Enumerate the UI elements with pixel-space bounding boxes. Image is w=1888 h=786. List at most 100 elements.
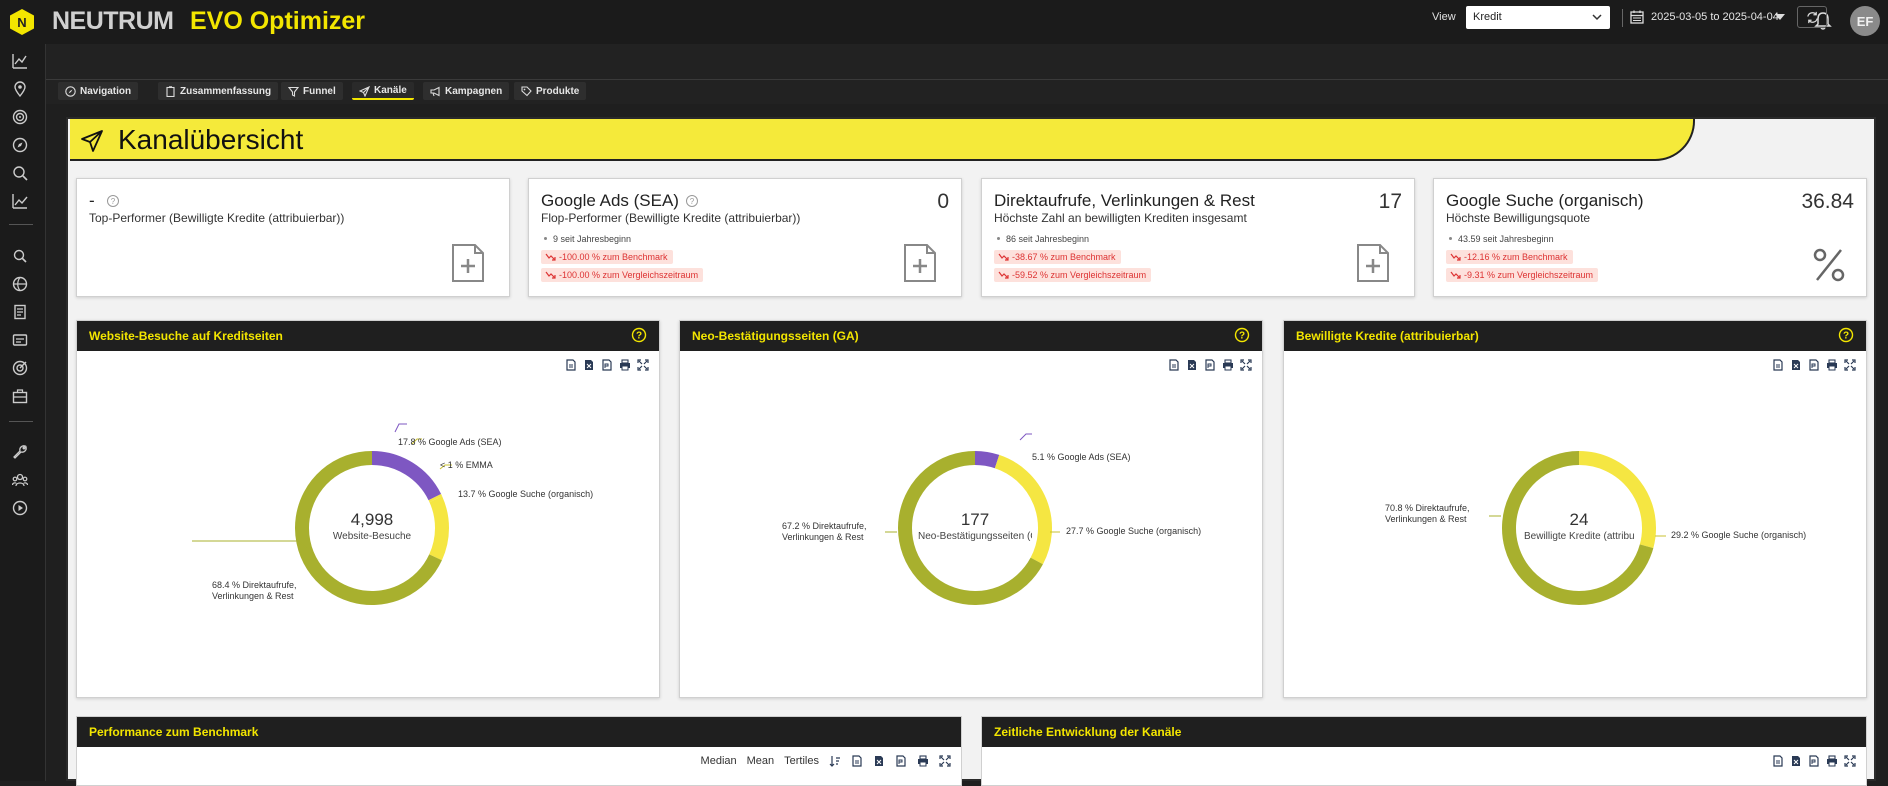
export-pdf-icon[interactable]: [895, 755, 907, 767]
tertiles-button[interactable]: Tertiles: [784, 755, 819, 767]
fullscreen-icon[interactable]: [1240, 359, 1252, 371]
donut-center-value: 177: [960, 510, 990, 529]
kpi-value: 17: [1378, 190, 1402, 213]
view-select-value: Kredit: [1473, 11, 1502, 23]
sidebar-compass-icon[interactable]: [12, 137, 28, 153]
date-range-picker[interactable]: 2025-03-05 to 2025-04-04: [1651, 11, 1779, 23]
help-icon[interactable]: ?: [107, 195, 119, 207]
export-pdf-icon[interactable]: [1808, 755, 1820, 767]
donut-slice[interactable]: [429, 496, 449, 561]
sidebar: [0, 44, 46, 781]
card-title: Website-Besuche auf Kreditseiten: [89, 329, 283, 343]
add-document-icon[interactable]: [1356, 243, 1390, 283]
sidebar-search-icon[interactable]: [12, 248, 28, 264]
export-csv-icon[interactable]: [851, 755, 863, 767]
caret-down-icon[interactable]: [1775, 14, 1785, 20]
donut-slice[interactable]: [428, 494, 443, 503]
fullscreen-icon[interactable]: [939, 755, 951, 767]
donut-label: 5.1 % Google Ads (SEA): [1032, 452, 1131, 462]
add-document-icon[interactable]: [903, 243, 937, 283]
tab-kampagnen[interactable]: Kampagnen: [423, 82, 510, 100]
sidebar-document-icon[interactable]: [12, 304, 28, 320]
export-xlsx-icon[interactable]: [1790, 359, 1802, 371]
tab-produkte[interactable]: Produkte: [514, 82, 587, 100]
fullscreen-icon[interactable]: [1844, 755, 1856, 767]
trend-down-icon: [545, 271, 556, 279]
kpi-name: -: [89, 191, 95, 210]
export-xlsx-icon[interactable]: [1186, 359, 1198, 371]
sidebar-goal-icon[interactable]: [12, 360, 28, 376]
avatar[interactable]: EF: [1850, 6, 1880, 36]
logo-icon[interactable]: N: [9, 8, 35, 36]
sidebar-trend-icon[interactable]: [12, 193, 28, 209]
tab-label: Kanäle: [374, 84, 407, 96]
tab-kanaele[interactable]: Kanäle: [352, 82, 414, 100]
card-header: Neo-Bestätigungsseiten (GA) ?: [680, 321, 1262, 351]
calendar-icon[interactable]: [1630, 10, 1644, 24]
tab-label: Kampagnen: [445, 85, 503, 97]
print-icon[interactable]: [619, 359, 631, 371]
print-icon[interactable]: [1222, 359, 1234, 371]
print-icon[interactable]: [917, 755, 929, 767]
export-csv-icon[interactable]: [565, 359, 577, 371]
kpi-compare-chip: -100.00 % zum Vergleichszeitraum: [541, 268, 704, 282]
help-icon[interactable]: ?: [631, 327, 647, 343]
help-icon[interactable]: ?: [686, 195, 698, 207]
help-icon[interactable]: ?: [1838, 327, 1854, 343]
print-icon[interactable]: [1826, 755, 1838, 767]
kpi-compare: -59.52 % zum Vergleichszeitraum: [1012, 270, 1147, 280]
svg-text:?: ?: [1843, 331, 1849, 342]
kpi-subtitle: Top-Performer (Bewilligte Kredite (attri…: [89, 211, 345, 225]
tab-zusammenfassung[interactable]: Zusammenfassung: [158, 82, 279, 100]
sidebar-users-icon[interactable]: [12, 472, 28, 488]
sidebar-target-icon[interactable]: [12, 109, 28, 125]
view-select[interactable]: Kredit: [1466, 6, 1610, 29]
sidebar-chart-icon[interactable]: [12, 53, 28, 69]
clipboard-icon: [166, 86, 175, 97]
fullscreen-icon[interactable]: [637, 359, 649, 371]
export-xlsx-icon[interactable]: [583, 359, 595, 371]
benchmark-toolbar: Median Mean Tertiles: [701, 755, 951, 767]
sidebar-globe-icon[interactable]: [12, 276, 28, 292]
sidebar-location-icon[interactable]: [12, 81, 28, 97]
median-button[interactable]: Median: [701, 755, 737, 767]
export-pdf-icon[interactable]: [601, 359, 613, 371]
view-bar: [46, 44, 1888, 80]
fullscreen-icon[interactable]: [1844, 359, 1856, 371]
mean-button[interactable]: Mean: [747, 755, 775, 767]
add-document-icon[interactable]: [451, 243, 485, 283]
kpi-card-top-performer: - ? Top-Performer (Bewilligte Kredite (a…: [76, 178, 510, 297]
donut-center-label: Website-Besuche: [332, 531, 412, 542]
tab-funnel[interactable]: Funnel: [281, 82, 343, 100]
export-csv-icon[interactable]: [1168, 359, 1180, 371]
sidebar-search-zoom-icon[interactable]: [12, 165, 28, 181]
tab-navigation[interactable]: Navigation: [58, 82, 139, 100]
card-title: Bewilligte Kredite (attribuierbar): [1296, 329, 1479, 343]
export-csv-icon[interactable]: [1772, 755, 1784, 767]
export-xlsx-icon[interactable]: [873, 755, 885, 767]
sidebar-card-icon[interactable]: [12, 332, 28, 348]
donut-label: 68.4 % Direktaufrufe,: [212, 580, 297, 590]
donut-slice[interactable]: [974, 451, 1000, 469]
kpi-value: 0: [937, 190, 949, 213]
send-icon: [81, 130, 103, 152]
export-pdf-icon[interactable]: [1808, 359, 1820, 371]
card-header: Bewilligte Kredite (attribuierbar) ?: [1284, 321, 1866, 351]
refresh-button[interactable]: [1797, 6, 1827, 28]
percent-icon: [1813, 248, 1845, 282]
help-icon[interactable]: ?: [1234, 327, 1250, 343]
app-title: EVO Optimizer: [190, 7, 366, 35]
sidebar-briefcase-icon[interactable]: [12, 388, 28, 404]
donut-slice[interactable]: [371, 451, 442, 501]
donut-label: < 1 % EMMA: [440, 460, 493, 470]
sidebar-wrench-icon[interactable]: [12, 444, 28, 460]
tab-label: Funnel: [303, 85, 336, 97]
chart-toolbar: [1168, 359, 1252, 371]
sort-icon[interactable]: [829, 755, 841, 767]
export-xlsx-icon[interactable]: [1790, 755, 1802, 767]
sidebar-play-icon[interactable]: [12, 500, 28, 516]
export-pdf-icon[interactable]: [1204, 359, 1216, 371]
export-csv-icon[interactable]: [1772, 359, 1784, 371]
trend-down-icon: [545, 253, 556, 261]
print-icon[interactable]: [1826, 359, 1838, 371]
